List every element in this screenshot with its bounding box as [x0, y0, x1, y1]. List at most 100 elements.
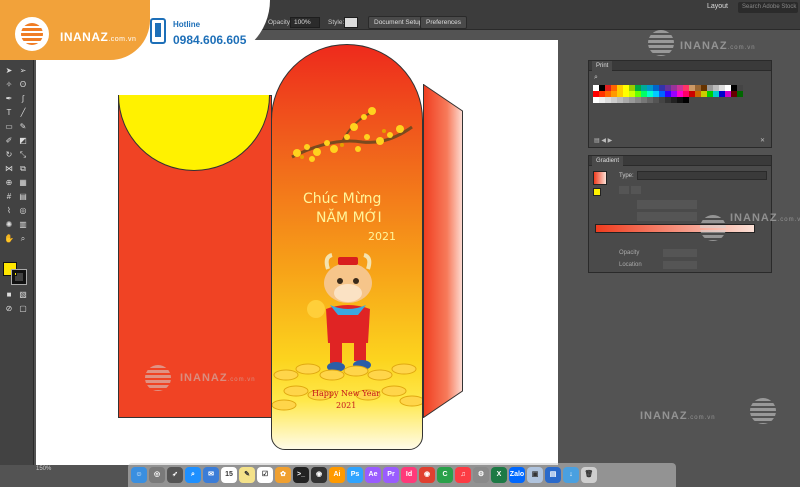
- screen-mode-icon[interactable]: ▢: [18, 304, 28, 314]
- paintbrush-tool-icon[interactable]: ✎: [18, 122, 28, 132]
- swatches-panel-header: Print: [589, 61, 771, 71]
- eyedropper-tool-icon[interactable]: ⌇: [4, 206, 14, 216]
- curvature-tool-icon[interactable]: ∫: [18, 94, 28, 104]
- symbol-sprayer-tool-icon[interactable]: ✺: [4, 220, 14, 230]
- gradient-opacity-input[interactable]: [663, 249, 697, 257]
- swatch-search-icon[interactable]: ⌕: [594, 74, 598, 82]
- itunes-dock-icon[interactable]: ♫: [455, 467, 471, 483]
- gradient-preview-swatch[interactable]: [593, 171, 607, 185]
- preview-dock-icon[interactable]: ▣: [527, 467, 543, 483]
- graph-tool-icon[interactable]: ▥: [18, 220, 28, 230]
- gradient-angle-input[interactable]: [637, 200, 697, 209]
- hand-tool-icon[interactable]: ✋: [4, 234, 14, 244]
- brand-logo-banner: INANAZ.com.vn Hotline 0984.606.605: [0, 0, 270, 60]
- notes-dock-icon[interactable]: ✎: [239, 467, 255, 483]
- finder-dock-icon[interactable]: ☺: [131, 467, 147, 483]
- rocket-dock-icon[interactable]: ➶: [167, 467, 183, 483]
- gradient-location-label: Location: [619, 262, 642, 268]
- calendar-dock-icon[interactable]: 15: [221, 467, 237, 483]
- trash-dock-icon[interactable]: 🗑: [581, 467, 597, 483]
- after-effects-dock-icon[interactable]: Ae: [365, 467, 381, 483]
- type-tool-icon[interactable]: T: [4, 108, 14, 118]
- launchpad-dock-icon[interactable]: ◎: [149, 467, 165, 483]
- gradient-location-input[interactable]: [663, 261, 697, 269]
- none-mode-icon[interactable]: ⊘: [4, 304, 14, 314]
- free-transform-tool-icon[interactable]: ⧉: [18, 164, 28, 174]
- gradient-mode-icon[interactable]: ▧: [18, 290, 28, 300]
- color-swatch[interactable]: [737, 91, 743, 97]
- style-dropdown[interactable]: [344, 17, 358, 28]
- zoom-tool-icon[interactable]: ⌕: [18, 234, 28, 244]
- envelope-front-panel[interactable]: Chúc Mừng NĂM MỚI 2021 Happy New Year 20…: [271, 44, 423, 450]
- adobe-stock-search[interactable]: Search Adobe Stock: [738, 2, 798, 13]
- selection-tool-icon[interactable]: ➤: [4, 66, 14, 76]
- blend-tool-icon[interactable]: ◎: [18, 206, 28, 216]
- photoshop-camera-dock-icon[interactable]: ◉: [311, 467, 327, 483]
- preferences-button[interactable]: Preferences: [420, 16, 468, 29]
- mesh-tool-icon[interactable]: #: [4, 192, 14, 202]
- opacity-input[interactable]: 100%: [290, 17, 320, 28]
- premiere-dock-icon[interactable]: Pr: [383, 467, 399, 483]
- magic-wand-tool-icon[interactable]: ✧: [4, 80, 14, 90]
- shaper-tool-icon[interactable]: ✐: [4, 136, 14, 146]
- gradient-reverse-icon[interactable]: [631, 186, 641, 194]
- swatch-library-icon[interactable]: ▤ ◀ ▶: [594, 137, 612, 144]
- direct-selection-tool-icon[interactable]: ➢: [18, 66, 28, 76]
- photoshop-dock-icon[interactable]: Ps: [347, 467, 363, 483]
- apricot-blossom-branch: [291, 107, 413, 162]
- gradient-panel-header: Gradient: [589, 156, 771, 166]
- reminders-dock-icon[interactable]: ☑: [257, 467, 273, 483]
- gradient-tool-icon[interactable]: ▤: [18, 192, 28, 202]
- watermark-logo-icon: [700, 215, 726, 241]
- workspace-layout-dropdown[interactable]: Layout: [707, 3, 728, 10]
- gradient-aspect-input[interactable]: [637, 212, 697, 221]
- phone-icon: [150, 18, 166, 44]
- hotline-label: Hotline: [173, 20, 201, 29]
- swatch-grid[interactable]: [593, 85, 743, 103]
- docs-dock-icon[interactable]: ▤: [545, 467, 561, 483]
- brand-logo-icon: [12, 14, 52, 54]
- safari-dock-icon[interactable]: ⌕: [185, 467, 201, 483]
- settings-dock-icon[interactable]: ⚙: [473, 467, 489, 483]
- downloads-dock-icon[interactable]: ↓: [563, 467, 579, 483]
- indesign-dock-icon[interactable]: Id: [401, 467, 417, 483]
- watermark-text: INANAZ.com.vn: [680, 40, 756, 52]
- watermark-text: INANAZ.com.vn: [180, 372, 256, 384]
- style-label: Style:: [328, 19, 345, 26]
- swatches-tab[interactable]: Print: [592, 61, 613, 71]
- gradient-stroke-icon[interactable]: [619, 186, 629, 194]
- zalo-dock-icon[interactable]: Zalo: [509, 467, 525, 483]
- stroke-color-swatch[interactable]: [11, 269, 27, 285]
- side-flap-outline: [423, 84, 463, 418]
- color-mode-icon[interactable]: ■: [4, 290, 14, 300]
- gradient-slider[interactable]: [595, 224, 755, 233]
- eraser-tool-icon[interactable]: ◩: [18, 136, 28, 146]
- macos-dock: ☺ ◎ ➶ ⌕ ✉ 15 ✎ ☑ ✿ >_ ◉ Ai Ps Ae Pr Id ◉ C ♫ ⚙ X Zalo ▣ ▤ ↓ 🗑: [128, 463, 676, 487]
- footer-year-text: 2021: [336, 401, 357, 410]
- gradient-tab[interactable]: Gradient: [592, 156, 624, 166]
- photos-dock-icon[interactable]: ✿: [275, 467, 291, 483]
- gradient-fill-swatch[interactable]: [593, 188, 601, 196]
- width-tool-icon[interactable]: ⋈: [4, 164, 14, 174]
- mail-dock-icon[interactable]: ✉: [203, 467, 219, 483]
- new-swatch-icon[interactable]: ✕: [760, 137, 765, 144]
- swatches-panel: Print ⌕ ▤ ◀ ▶ ✕: [588, 60, 772, 148]
- color-swatch[interactable]: [683, 97, 689, 103]
- chrome-dock-icon[interactable]: ◉: [419, 467, 435, 483]
- gradient-type-dropdown[interactable]: [637, 171, 767, 180]
- illustrator-dock-icon[interactable]: Ai: [329, 467, 345, 483]
- greeting-line-1: Chúc Mừng: [303, 191, 382, 207]
- excel-dock-icon[interactable]: X: [491, 467, 507, 483]
- rotate-tool-icon[interactable]: ↻: [4, 150, 14, 160]
- pen-tool-icon[interactable]: ✒: [4, 94, 14, 104]
- zoom-level[interactable]: 150%: [36, 466, 51, 472]
- camtasia-dock-icon[interactable]: C: [437, 467, 453, 483]
- lasso-tool-icon[interactable]: ʘ: [18, 80, 28, 90]
- rectangle-tool-icon[interactable]: ▭: [4, 122, 14, 132]
- watermark-logo-icon: [750, 398, 776, 424]
- scale-tool-icon[interactable]: ⤡: [18, 150, 28, 160]
- perspective-grid-tool-icon[interactable]: ▦: [18, 178, 28, 188]
- terminal-dock-icon[interactable]: >_: [293, 467, 309, 483]
- shape-builder-tool-icon[interactable]: ⊕: [4, 178, 14, 188]
- line-tool-icon[interactable]: ╱: [18, 108, 28, 118]
